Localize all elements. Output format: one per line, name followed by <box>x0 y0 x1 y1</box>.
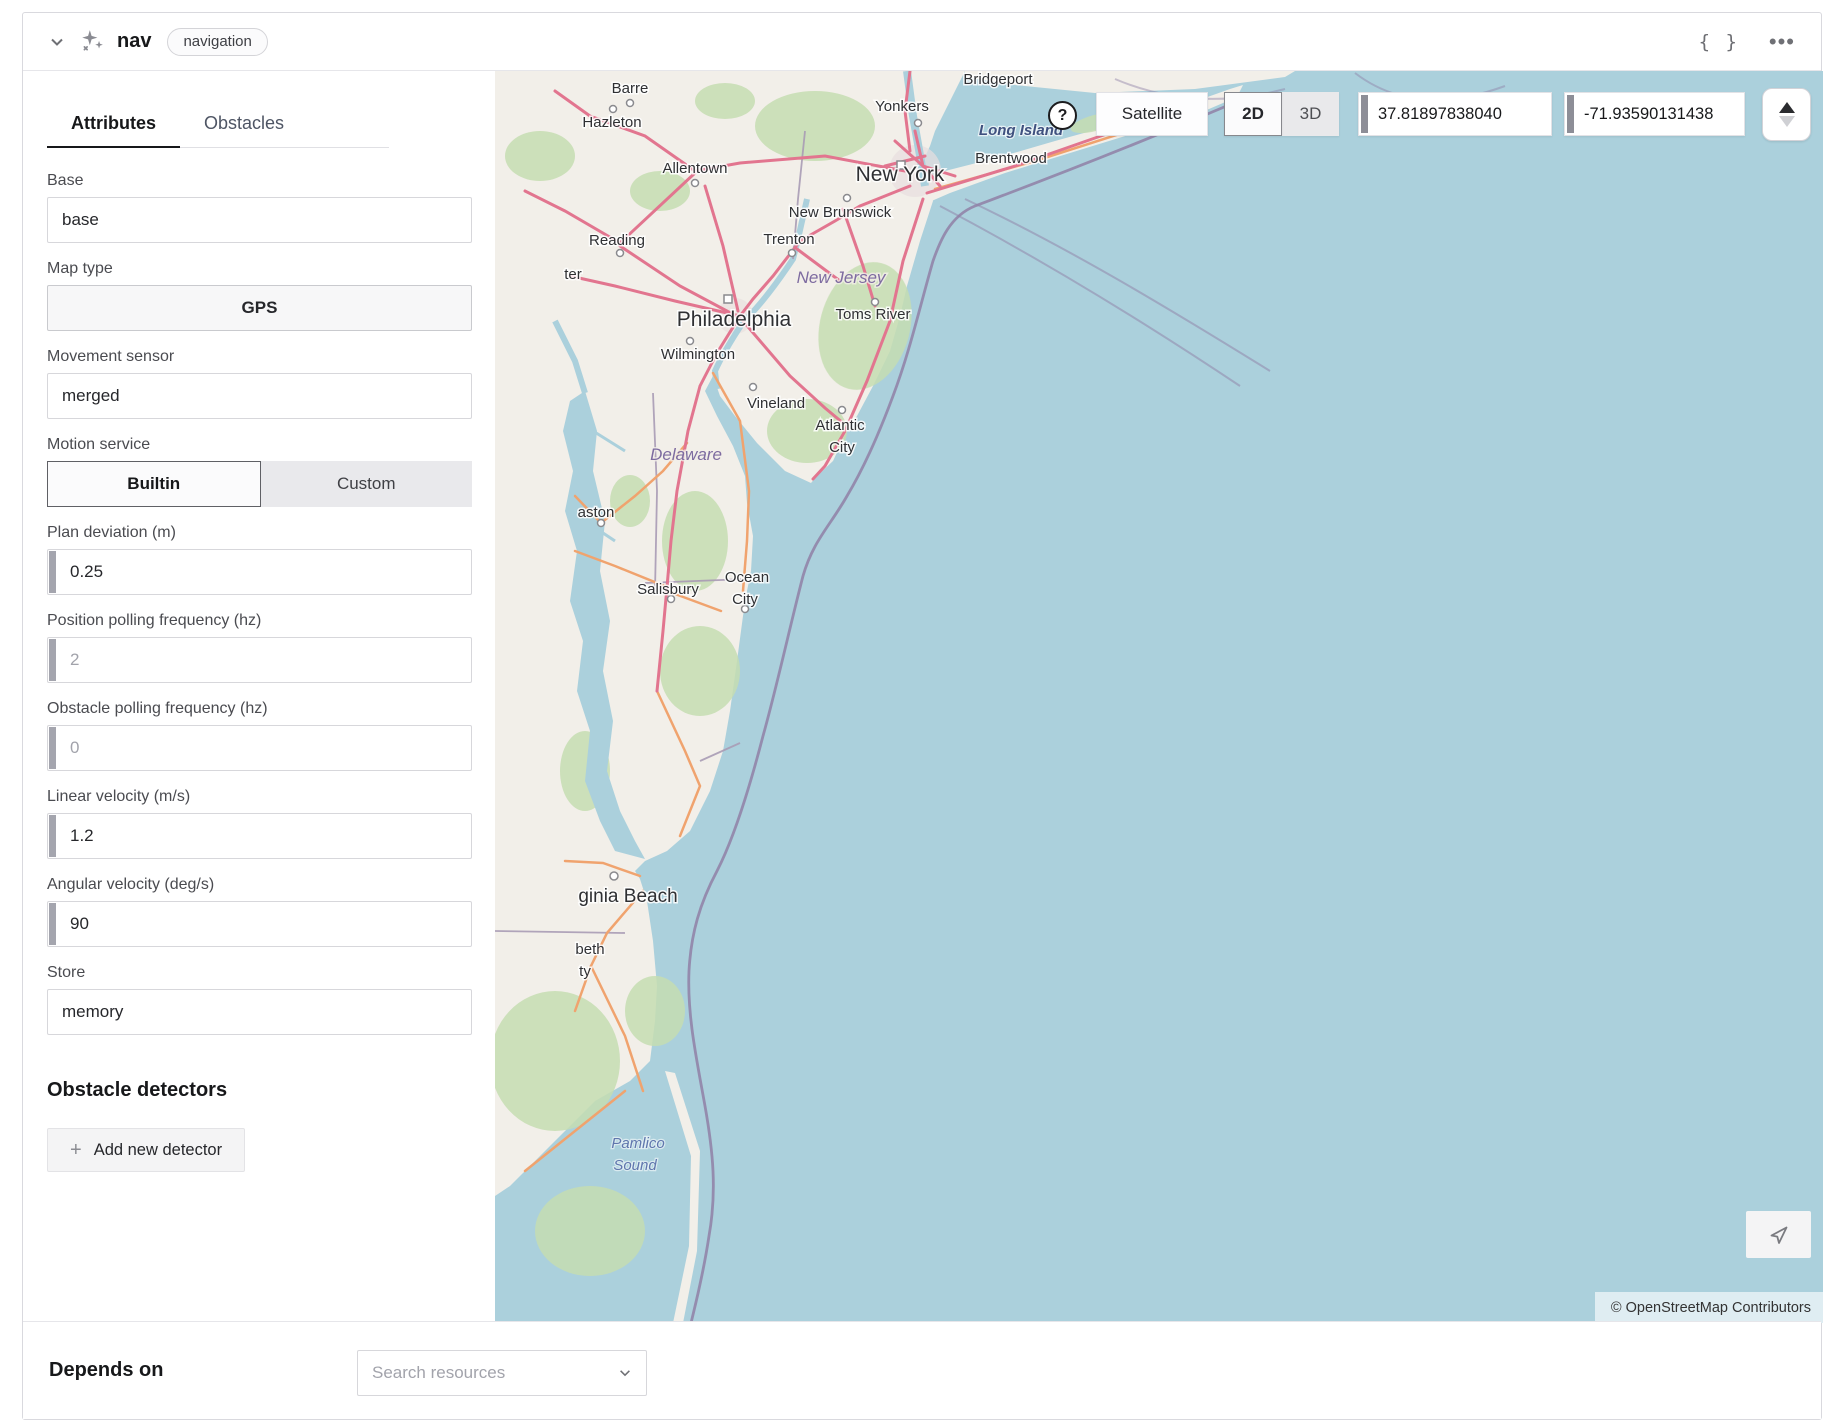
attributes-form: Base Map type GPS Movement sensor Motion… <box>47 148 472 1172</box>
panel-tabs: Attributes Obstacles <box>47 103 389 148</box>
linear-velocity-label: Linear velocity (m/s) <box>47 788 472 806</box>
zoom-stepper[interactable] <box>1762 88 1811 141</box>
map-2d-button[interactable]: 2D <box>1224 92 1282 136</box>
base-input[interactable] <box>47 197 472 243</box>
map-place-label: Allentown <box>662 160 727 177</box>
base-label: Base <box>47 172 472 190</box>
number-input-bar <box>1361 95 1368 133</box>
plan-deviation-label: Plan deviation (m) <box>47 524 472 542</box>
map-place-label: Barre <box>612 80 649 97</box>
plan-deviation-input[interactable] <box>47 549 472 595</box>
map-canvas[interactable]: Barre Hazleton Allentown Reading ter Yonkers N… <box>495 71 1823 1323</box>
help-icon[interactable]: ? <box>1048 101 1077 130</box>
number-input-bar <box>49 727 56 769</box>
map-place-label: Delaware <box>650 445 722 464</box>
plus-icon: + <box>70 1140 82 1160</box>
number-input-bar <box>49 551 56 593</box>
motion-service-toggle: Builtin Custom <box>47 461 472 507</box>
card-footer: Depends on Search resources <box>23 1321 1821 1419</box>
card-header: nav navigation { } ••• <box>23 13 1821 71</box>
store-label: Store <box>47 964 472 982</box>
number-input-bar <box>49 815 56 857</box>
satellite-toggle-button[interactable]: Satellite <box>1096 92 1208 136</box>
depends-on-select[interactable]: Search resources <box>357 1350 647 1396</box>
map-place-label: Reading <box>589 232 645 249</box>
navigation-service-card: nav navigation { } ••• Attributes Obstac… <box>22 12 1822 1420</box>
tab-obstacles[interactable]: Obstacles <box>180 103 308 147</box>
map-place-label: City <box>829 439 855 456</box>
latitude-input[interactable]: 37.81897838040 <box>1358 92 1552 136</box>
map-type-gps-button[interactable]: GPS <box>47 285 472 331</box>
service-type-badge: navigation <box>167 28 267 56</box>
number-input-bar <box>49 639 56 681</box>
card-body: Attributes Obstacles Base Map type GPS M… <box>23 71 1823 1323</box>
map-place-label: Ocean <box>725 569 769 586</box>
code-braces-icon[interactable]: { } <box>1699 31 1739 53</box>
map-place-label: Salisbury <box>637 581 699 598</box>
service-title: nav <box>117 30 151 53</box>
attributes-panel: Attributes Obstacles Base Map type GPS M… <box>23 71 495 1323</box>
add-detector-button[interactable]: + Add new detector <box>47 1128 245 1172</box>
map-place-label: Philadelphia <box>677 308 792 331</box>
map-place-label: beth <box>575 941 604 958</box>
map-place-label: Bridgeport <box>963 71 1033 88</box>
step-up-icon[interactable] <box>1779 102 1795 113</box>
map-place-label: New York <box>856 163 945 186</box>
map-place-label: ter <box>564 266 582 283</box>
obstacle-detectors-heading: Obstacle detectors <box>47 1079 472 1102</box>
add-detector-label: Add new detector <box>94 1141 222 1160</box>
store-input[interactable] <box>47 989 472 1035</box>
angular-velocity-input[interactable] <box>47 901 472 947</box>
map-attribution: © OpenStreetMap Contributors <box>1595 1292 1823 1323</box>
map-place-label: Trenton <box>763 231 814 248</box>
movement-sensor-label: Movement sensor <box>47 348 472 366</box>
navigation-arrow-icon <box>1768 1224 1790 1246</box>
motion-service-label: Motion service <box>47 436 472 454</box>
movement-sensor-input[interactable] <box>47 373 472 419</box>
select-placeholder: Search resources <box>358 1363 505 1383</box>
map-place-label: Vineland <box>747 395 805 412</box>
map-place-label: aston <box>578 504 615 521</box>
locate-button[interactable] <box>1746 1211 1811 1258</box>
tab-attributes[interactable]: Attributes <box>47 103 180 148</box>
map-place-label: Yonkers <box>875 98 929 115</box>
obstacle-polling-input[interactable] <box>47 725 472 771</box>
depends-on-heading: Depends on <box>49 1359 163 1382</box>
map-place-label: Toms River <box>835 306 910 323</box>
map-type-label: Map type <box>47 260 472 278</box>
page: nav navigation { } ••• Attributes Obstac… <box>0 0 1844 1428</box>
map-place-label: New Jersey <box>797 268 887 287</box>
map-place-label: ty <box>579 963 591 980</box>
position-polling-label: Position polling frequency (hz) <box>47 612 472 630</box>
step-down-icon[interactable] <box>1779 116 1795 127</box>
number-input-bar <box>49 903 56 945</box>
map-place-label: Brentwood <box>975 150 1047 167</box>
longitude-input[interactable]: -71.93590131438 <box>1564 92 1745 136</box>
chevron-down-icon[interactable] <box>49 34 65 50</box>
map-place-label: Pamlico <box>611 1135 664 1152</box>
angular-velocity-label: Angular velocity (deg/s) <box>47 876 472 894</box>
motion-service-builtin-button[interactable]: Builtin <box>47 461 261 507</box>
map-place-label: City <box>732 591 758 608</box>
map-place-label: Hazleton <box>582 114 641 131</box>
map-place-label: Wilmington <box>661 346 735 363</box>
position-polling-input[interactable] <box>47 637 472 683</box>
linear-velocity-input[interactable] <box>47 813 472 859</box>
map-place-label: ginia Beach <box>578 886 677 907</box>
map-place-label: New Brunswick <box>789 204 892 221</box>
map-place-label: Sound <box>613 1157 657 1174</box>
openstreetmap-view[interactable]: Barre Hazleton Allentown Reading ter Yonkers N… <box>495 71 1823 1323</box>
map-3d-button[interactable]: 3D <box>1282 92 1339 136</box>
map-place-label: Atlantic <box>815 417 865 434</box>
navigation-service-icon <box>79 29 105 55</box>
number-input-bar <box>1567 95 1574 133</box>
motion-service-custom-button[interactable]: Custom <box>261 461 473 507</box>
obstacle-polling-label: Obstacle polling frequency (hz) <box>47 700 472 718</box>
chevron-down-icon <box>618 1366 632 1380</box>
